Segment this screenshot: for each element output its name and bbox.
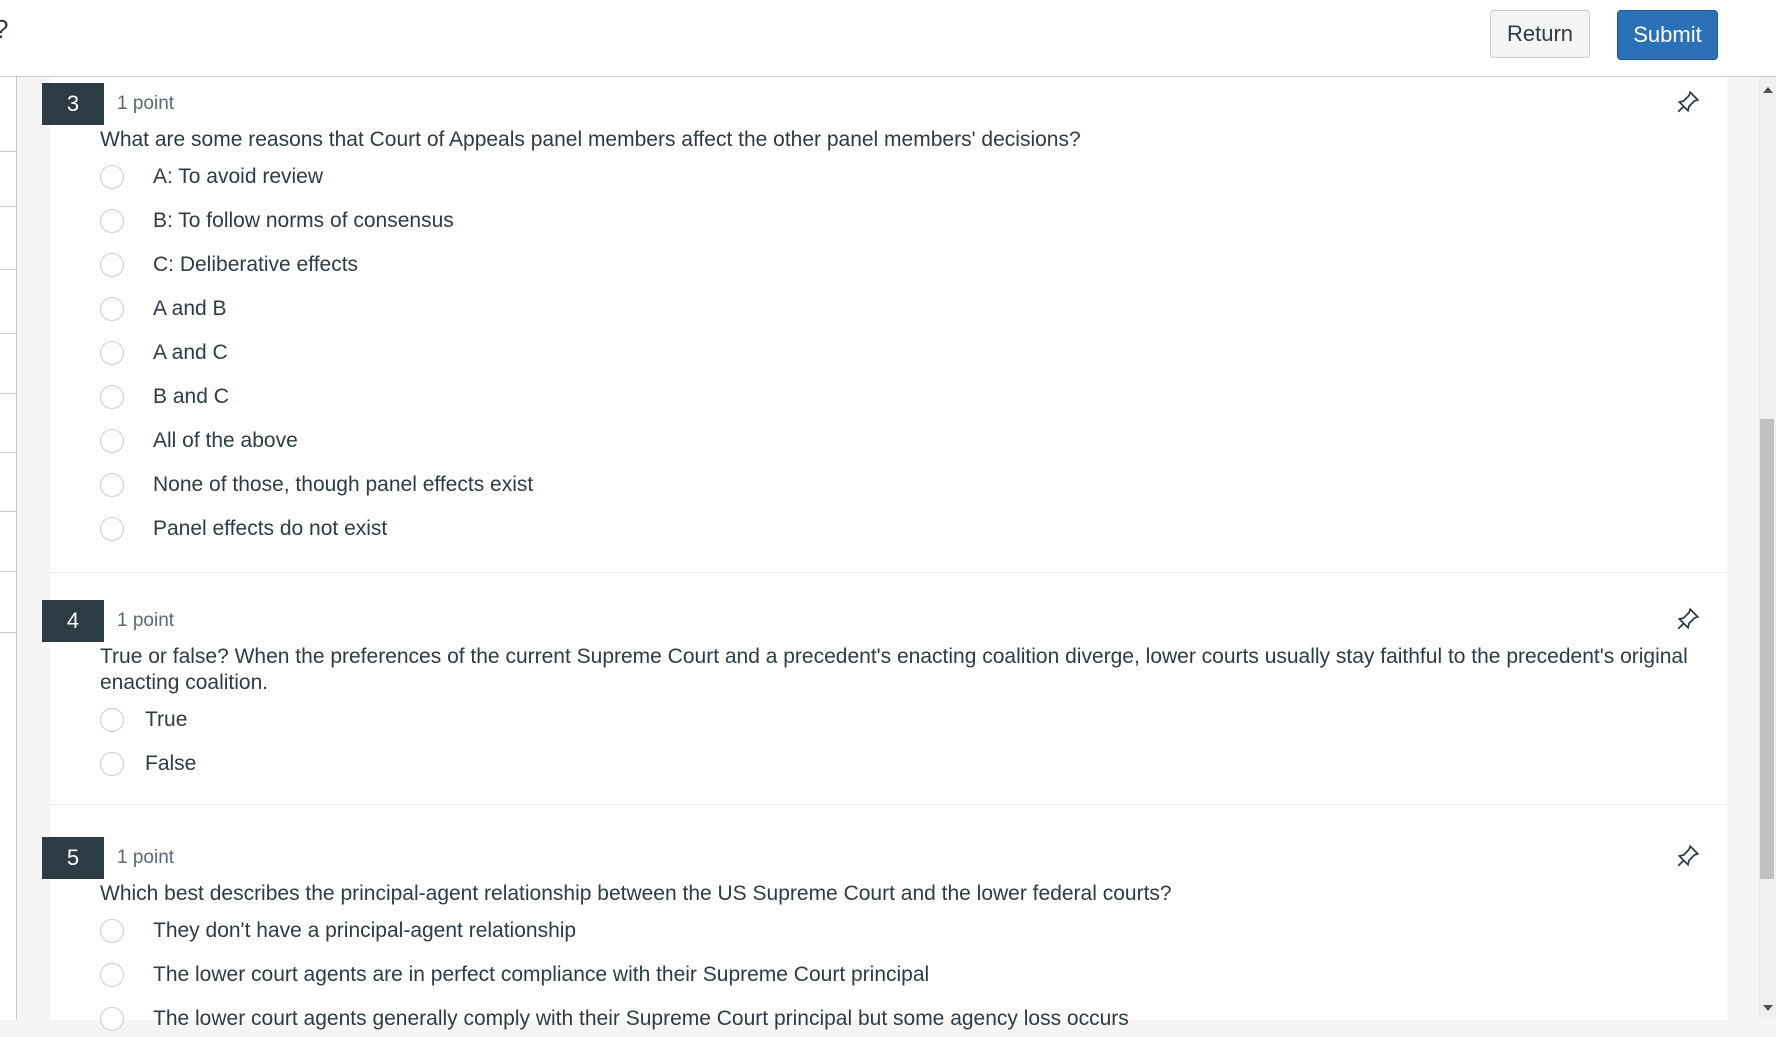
question-number-badge: 5 — [42, 837, 104, 879]
answer-option[interactable]: A and B — [100, 291, 227, 327]
sidebar-divider — [0, 151, 16, 152]
answer-option[interactable]: They don't have a principal-agent relati… — [100, 913, 576, 949]
return-button[interactable]: Return — [1490, 10, 1590, 58]
sidebar-divider — [0, 632, 16, 633]
arrow-down-icon[interactable] — [1763, 1005, 1773, 1011]
question-card: 5 1 point Which best describes the princ… — [42, 831, 1727, 1031]
sidebar-divider — [0, 452, 16, 453]
answer-label: They don't have a principal-agent relati… — [153, 919, 577, 942]
radio-button[interactable] — [100, 517, 124, 541]
answer-label: All of the above — [153, 429, 298, 452]
radio-button[interactable] — [100, 919, 124, 943]
question-nav-sidebar — [0, 77, 17, 1020]
radio-button[interactable] — [100, 963, 124, 987]
sidebar-divider — [0, 206, 16, 207]
submit-button[interactable]: Submit — [1617, 10, 1718, 60]
answer-option[interactable]: B: To follow norms of consensus — [100, 203, 454, 239]
question-points: 1 point — [117, 93, 175, 114]
question-text: What are some reasons that Court of Appe… — [100, 128, 1081, 151]
pin-icon[interactable] — [1675, 843, 1701, 869]
answer-option[interactable]: None of those, though panel effects exis… — [100, 467, 533, 503]
question-number-badge: 4 — [42, 600, 104, 642]
quiz-content: 3 1 point What are some reasons that Cou… — [42, 77, 1727, 1031]
question-number-badge: 3 — [42, 83, 104, 125]
answer-option[interactable]: A and C — [100, 335, 228, 371]
radio-button[interactable] — [100, 429, 124, 453]
question-card: 3 1 point What are some reasons that Cou… — [42, 77, 1727, 573]
answer-option[interactable]: All of the above — [100, 423, 298, 459]
radio-button[interactable] — [100, 165, 124, 189]
answer-label: None of those, though panel effects exis… — [153, 473, 534, 496]
answer-label: False — [145, 752, 197, 775]
answer-label: The lower court agents are in perfect co… — [153, 963, 930, 986]
pin-icon[interactable] — [1675, 89, 1701, 115]
sidebar-divider — [0, 571, 16, 572]
answer-option[interactable]: C: Deliberative effects — [100, 247, 358, 283]
radio-button[interactable] — [100, 385, 124, 409]
question-points: 1 point — [117, 610, 175, 631]
radio-button[interactable] — [100, 752, 124, 776]
sidebar-divider — [0, 333, 16, 334]
answer-option[interactable]: B and C — [100, 379, 229, 415]
question-text: True or false? When the preferences of t… — [100, 645, 1688, 694]
answer-label: B and C — [153, 385, 229, 408]
vertical-scrollbar[interactable] — [1758, 77, 1776, 1020]
answer-label: Panel effects do not exist — [153, 517, 388, 540]
answer-option[interactable]: True — [100, 702, 187, 738]
answer-option[interactable]: False — [100, 746, 196, 782]
arrow-up-icon[interactable] — [1763, 87, 1773, 93]
sidebar-divider — [0, 511, 16, 512]
radio-button[interactable] — [100, 209, 124, 233]
question-points: 1 point — [117, 847, 175, 868]
answer-option[interactable]: The lower court agents generally comply … — [100, 1001, 1129, 1037]
answer-label: A: To avoid review — [153, 165, 324, 188]
radio-button[interactable] — [100, 253, 124, 277]
answer-label: A and B — [153, 297, 227, 320]
radio-button[interactable] — [100, 1007, 124, 1031]
question-text: Which best describes the principal-agent… — [100, 882, 1172, 905]
answer-label: True — [145, 708, 188, 731]
answer-label: A and C — [153, 341, 228, 364]
pin-icon[interactable] — [1675, 606, 1701, 632]
answer-label: The lower court agents generally comply … — [153, 1007, 1129, 1030]
radio-button[interactable] — [100, 708, 124, 732]
sidebar-divider — [0, 269, 16, 270]
scrollbar-thumb[interactable] — [1760, 419, 1774, 879]
answer-option[interactable]: A: To avoid review — [100, 159, 323, 195]
answer-option[interactable]: Panel effects do not exist — [100, 511, 387, 547]
question-card: 4 1 point True or false? When the prefer… — [42, 594, 1727, 805]
radio-button[interactable] — [100, 341, 124, 365]
help-icon[interactable]: ? — [0, 14, 8, 45]
answer-option[interactable]: The lower court agents are in perfect co… — [100, 957, 929, 993]
answer-label: B: To follow norms of consensus — [153, 209, 454, 232]
answer-label: C: Deliberative effects — [153, 253, 359, 276]
radio-button[interactable] — [100, 297, 124, 321]
sidebar-divider — [0, 393, 16, 394]
quiz-header: ? Return Submit — [0, 0, 1776, 77]
radio-button[interactable] — [100, 473, 124, 497]
